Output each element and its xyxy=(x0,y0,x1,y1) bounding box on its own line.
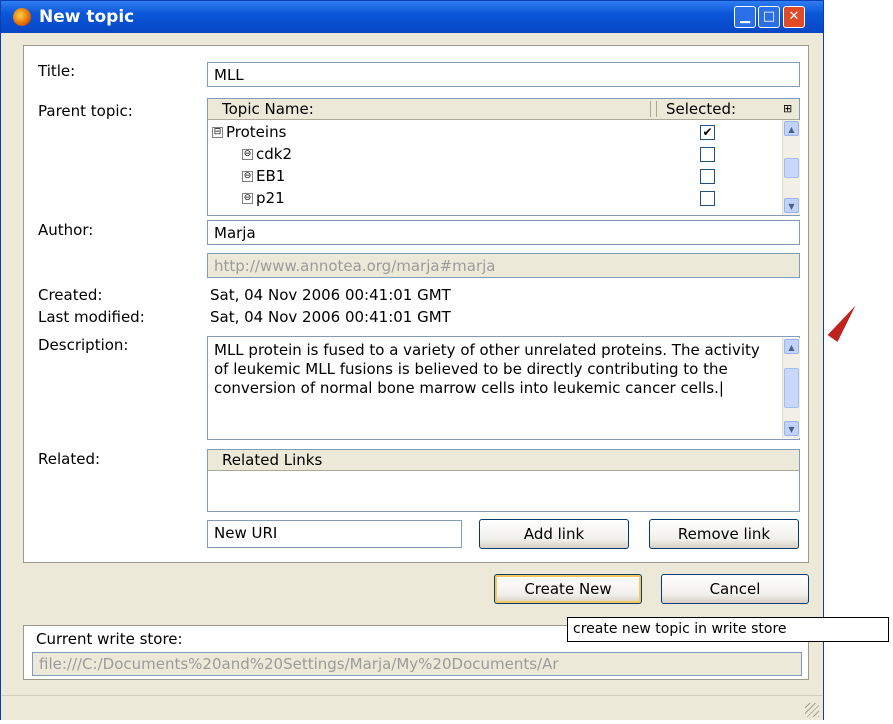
related-links-list[interactable]: Related Links xyxy=(207,449,800,512)
title-label: Title: xyxy=(38,62,76,80)
tree-row-label: p21 xyxy=(256,189,285,207)
created-value: Sat, 04 Nov 2006 00:41:01 GMT xyxy=(210,286,451,304)
write-store-label: Current write store: xyxy=(36,630,183,648)
author-uri-field: http://www.annotea.org/marja#marja xyxy=(207,253,800,278)
title-bar[interactable]: New topic ▁ □ ✕ xyxy=(1,1,823,33)
firefox-icon xyxy=(13,8,31,26)
scroll-thumb[interactable] xyxy=(784,368,799,408)
tree-row-label: Proteins xyxy=(226,123,287,141)
selected-checkbox-proteins[interactable]: ✔ xyxy=(700,125,715,140)
title-input[interactable]: MLL xyxy=(207,62,800,87)
collapse-icon[interactable]: ⊖ xyxy=(242,171,253,182)
remove-link-button[interactable]: Remove link xyxy=(649,519,799,549)
resize-grip-icon[interactable] xyxy=(805,703,819,717)
scroll-down-icon[interactable]: ▼ xyxy=(784,421,799,436)
created-label: Created: xyxy=(38,286,103,304)
tree-header: Topic Name: Selected: ⊞ xyxy=(208,99,799,120)
selected-checkbox-cdk2[interactable] xyxy=(700,147,715,162)
selected-checkbox-p21[interactable] xyxy=(700,191,715,206)
status-bar xyxy=(1,695,823,720)
description-scrollbar[interactable]: ▲ ▼ xyxy=(782,338,800,438)
new-uri-input[interactable]: New URI xyxy=(207,520,462,548)
last-modified-label: Last modified: xyxy=(38,308,145,326)
new-topic-dialog: New topic ▁ □ ✕ Title: MLL Parent topic:… xyxy=(0,0,824,720)
tree-row-p21[interactable]: ⊖ p21 xyxy=(242,189,285,207)
add-link-button[interactable]: Add link xyxy=(479,519,629,549)
related-links-header: Related Links xyxy=(208,450,799,471)
tree-row-label: cdk2 xyxy=(256,145,292,163)
topic-form: Title: MLL Parent topic: Topic Name: Sel… xyxy=(23,45,809,563)
last-modified-value: Sat, 04 Nov 2006 00:41:01 GMT xyxy=(210,308,451,326)
close-button[interactable]: ✕ xyxy=(783,6,805,28)
parent-topic-label: Parent topic: xyxy=(38,102,133,120)
column-picker-icon[interactable]: ⊞ xyxy=(783,102,792,115)
scroll-up-icon[interactable]: ▲ xyxy=(784,339,799,354)
related-label: Related: xyxy=(38,450,101,468)
scroll-up-icon[interactable]: ▲ xyxy=(784,121,799,136)
tree-scrollbar[interactable]: ▲ ▼ xyxy=(782,120,800,215)
author-input[interactable]: Marja xyxy=(207,220,800,245)
tree-row-proteins[interactable]: ⊟ Proteins xyxy=(212,123,286,141)
maximize-button[interactable]: □ xyxy=(758,6,780,28)
red-arrow-icon xyxy=(827,302,861,342)
collapse-icon[interactable]: ⊟ xyxy=(212,127,223,138)
tree-row-eb1[interactable]: ⊖ EB1 xyxy=(242,167,285,185)
scroll-thumb[interactable] xyxy=(784,158,799,178)
collapse-icon[interactable]: ⊖ xyxy=(242,193,253,204)
description-text: MLL protein is fused to a variety of oth… xyxy=(214,341,760,397)
description-textarea[interactable]: MLL protein is fused to a variety of oth… xyxy=(207,336,800,440)
text-caret: | xyxy=(718,379,724,397)
parent-topic-tree[interactable]: Topic Name: Selected: ⊞ ⊟ Proteins ✔ ⊖ cdk… xyxy=(207,98,800,216)
column-selected[interactable]: Selected: xyxy=(666,100,736,118)
related-links-column[interactable]: Related Links xyxy=(222,451,322,469)
collapse-icon[interactable]: ⊖ xyxy=(242,149,253,160)
tree-row-label: EB1 xyxy=(256,167,286,185)
scroll-down-icon[interactable]: ▼ xyxy=(784,198,799,213)
create-new-button[interactable]: Create New xyxy=(494,574,642,604)
create-new-tooltip: create new topic in write store xyxy=(567,617,889,642)
description-label: Description: xyxy=(38,336,129,354)
selected-checkbox-eb1[interactable] xyxy=(700,169,715,184)
column-topic-name[interactable]: Topic Name: xyxy=(222,100,314,118)
cancel-button[interactable]: Cancel xyxy=(661,574,809,604)
write-store-path: file:///C:/Documents%20and%20Settings/Ma… xyxy=(32,652,802,676)
author-label: Author: xyxy=(38,221,94,239)
tree-row-cdk2[interactable]: ⊖ cdk2 xyxy=(242,145,292,163)
window-title: New topic xyxy=(39,7,135,27)
minimize-button[interactable]: ▁ xyxy=(734,6,756,28)
